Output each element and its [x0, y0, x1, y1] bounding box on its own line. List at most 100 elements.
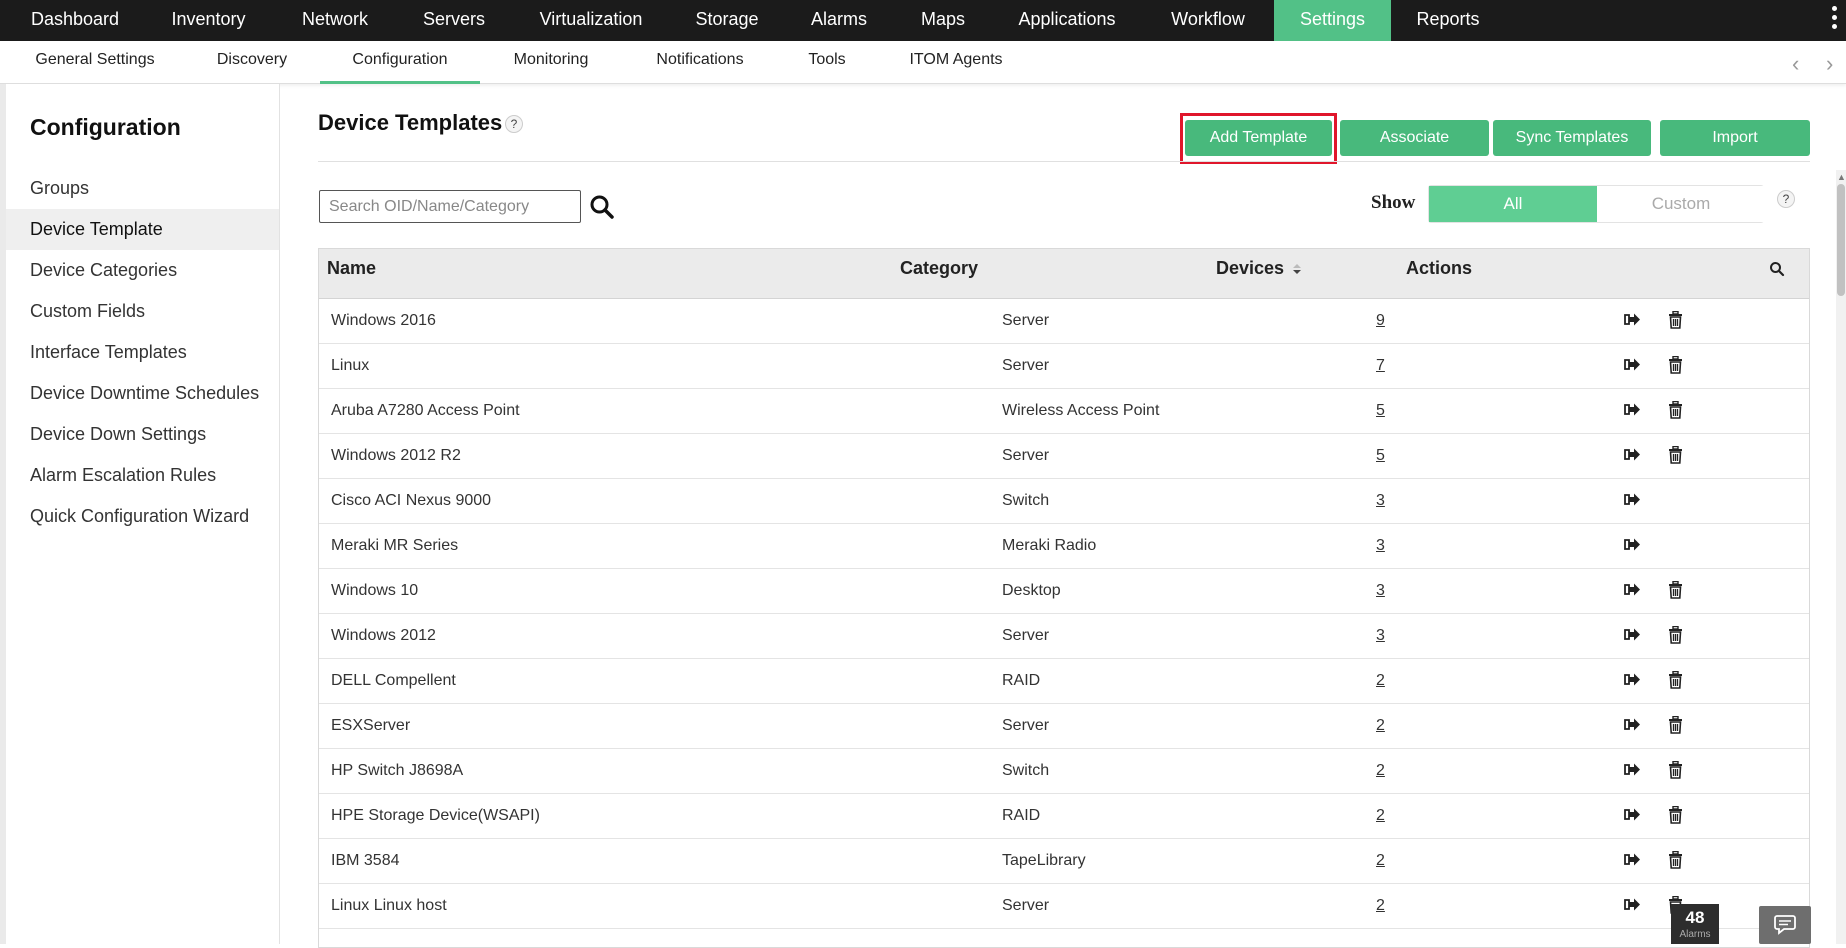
- delete-icon[interactable]: [1668, 445, 1683, 469]
- sidebar-item-device-down-settings[interactable]: Device Down Settings: [6, 414, 279, 455]
- associate-icon[interactable]: [1624, 492, 1641, 512]
- device-count-link[interactable]: 7: [1376, 344, 1385, 389]
- subnav-tools[interactable]: Tools: [800, 41, 854, 84]
- device-count-link[interactable]: 2: [1376, 659, 1385, 704]
- associate-icon[interactable]: [1624, 312, 1641, 332]
- sidebar-item-device-downtime-schedules[interactable]: Device Downtime Schedules: [6, 373, 279, 414]
- scrollbar-thumb[interactable]: [1837, 184, 1845, 296]
- nav-servers[interactable]: Servers: [404, 0, 504, 41]
- associate-button[interactable]: Associate: [1340, 120, 1489, 156]
- table-row[interactable]: Meraki MR Series Meraki Radio 3: [319, 524, 1809, 569]
- nav-alarms[interactable]: Alarms: [796, 0, 882, 41]
- subnav-configuration[interactable]: Configuration: [320, 41, 480, 84]
- nav-dashboard[interactable]: Dashboard: [14, 0, 136, 41]
- associate-icon[interactable]: [1624, 537, 1641, 557]
- table-row[interactable]: Windows 2016 Server 9: [319, 299, 1809, 344]
- delete-icon[interactable]: [1668, 670, 1683, 694]
- table-row[interactable]: Windows 2012 Server 3: [319, 614, 1809, 659]
- associate-icon[interactable]: [1624, 357, 1641, 377]
- device-count-link[interactable]: 2: [1376, 794, 1385, 839]
- delete-icon[interactable]: [1668, 625, 1683, 649]
- associate-icon[interactable]: [1624, 447, 1641, 467]
- table-row[interactable]: IBM 3584 TapeLibrary 2: [319, 839, 1809, 884]
- search-icon[interactable]: [589, 193, 615, 221]
- sort-icon[interactable]: [1292, 262, 1302, 276]
- table-row[interactable]: Windows 2012 R2 Server 5: [319, 434, 1809, 479]
- template-name[interactable]: Windows 2012: [331, 614, 436, 659]
- template-name[interactable]: Windows 10: [331, 569, 418, 614]
- associate-icon[interactable]: [1624, 627, 1641, 647]
- template-name[interactable]: Meraki MR Series: [331, 524, 458, 569]
- sidebar-item-device-categories[interactable]: Device Categories: [6, 250, 279, 291]
- column-devices-header[interactable]: Devices: [1216, 249, 1302, 299]
- delete-icon[interactable]: [1668, 355, 1683, 379]
- subnav-next-arrow-icon[interactable]: ›: [1826, 51, 1833, 77]
- table-row[interactable]: Windows 10 Desktop 3: [319, 569, 1809, 614]
- device-count-link[interactable]: 5: [1376, 389, 1385, 434]
- table-row[interactable]: ESXServer Server 2: [319, 704, 1809, 749]
- table-row[interactable]: Aruba A7280 Access Point Wireless Access …: [319, 389, 1809, 434]
- delete-icon[interactable]: [1668, 400, 1683, 424]
- nav-network[interactable]: Network: [285, 0, 385, 41]
- associate-icon[interactable]: [1624, 852, 1641, 872]
- device-count-link[interactable]: 2: [1376, 704, 1385, 749]
- more-menu-icon[interactable]: [1832, 6, 1838, 33]
- delete-icon[interactable]: [1668, 715, 1683, 739]
- associate-icon[interactable]: [1624, 672, 1641, 692]
- show-all-option[interactable]: All: [1429, 186, 1597, 222]
- delete-icon[interactable]: [1668, 805, 1683, 829]
- show-custom-option[interactable]: Custom: [1597, 186, 1765, 222]
- nav-settings[interactable]: Settings: [1274, 0, 1391, 41]
- sync-templates-button[interactable]: Sync Templates: [1493, 120, 1651, 156]
- import-button[interactable]: Import: [1660, 120, 1810, 156]
- table-row[interactable]: DELL Compellent RAID 2: [319, 659, 1809, 704]
- template-name[interactable]: Linux Linux host: [331, 884, 447, 929]
- device-count-link[interactable]: 5: [1376, 434, 1385, 479]
- subnav-prev-arrow-icon[interactable]: ‹: [1792, 51, 1799, 77]
- subnav-general-settings[interactable]: General Settings: [26, 41, 164, 84]
- subnav-itom-agents[interactable]: ITOM Agents: [900, 41, 1012, 84]
- sidebar-item-device-template[interactable]: Device Template: [6, 209, 279, 250]
- nav-applications[interactable]: Applications: [1004, 0, 1130, 41]
- column-devices[interactable]: Devices: [1216, 258, 1284, 278]
- search-input[interactable]: [319, 190, 581, 223]
- table-row[interactable]: HPE Storage Device(WSAPI) RAID 2: [319, 794, 1809, 839]
- template-name[interactable]: Cisco ACI Nexus 9000: [331, 479, 491, 524]
- nav-reports[interactable]: Reports: [1404, 0, 1492, 41]
- template-name[interactable]: HP Switch J8698A: [331, 749, 463, 794]
- device-count-link[interactable]: 9: [1376, 299, 1385, 344]
- device-count-link[interactable]: 3: [1376, 479, 1385, 524]
- table-row[interactable]: HP Switch J8698A Switch 2: [319, 749, 1809, 794]
- device-count-link[interactable]: 2: [1376, 839, 1385, 884]
- device-count-link[interactable]: 3: [1376, 524, 1385, 569]
- delete-icon[interactable]: [1668, 580, 1683, 604]
- template-name[interactable]: Aruba A7280 Access Point: [331, 389, 520, 434]
- scroll-up-arrow-icon[interactable]: ▲: [1837, 172, 1846, 182]
- device-count-link[interactable]: 2: [1376, 884, 1385, 929]
- table-row[interactable]: Cisco ACI Nexus 9000 Switch 3: [319, 479, 1809, 524]
- nav-virtualization[interactable]: Virtualization: [524, 0, 658, 41]
- sidebar-item-alarm-escalation-rules[interactable]: Alarm Escalation Rules: [6, 455, 279, 496]
- template-name[interactable]: DELL Compellent: [331, 659, 456, 704]
- subnav-notifications[interactable]: Notifications: [646, 41, 754, 84]
- template-name[interactable]: Windows 2016: [331, 299, 436, 344]
- show-help-icon[interactable]: ?: [1777, 190, 1795, 208]
- nav-inventory[interactable]: Inventory: [155, 0, 262, 41]
- page-scrollbar[interactable]: ▲: [1836, 170, 1846, 944]
- sidebar-item-interface-templates[interactable]: Interface Templates: [6, 332, 279, 373]
- delete-icon[interactable]: [1668, 760, 1683, 784]
- delete-icon[interactable]: [1668, 310, 1683, 334]
- sidebar-item-quick-configuration-wizard[interactable]: Quick Configuration Wizard: [6, 496, 279, 537]
- nav-workflow[interactable]: Workflow: [1150, 0, 1266, 41]
- chat-button[interactable]: [1759, 906, 1811, 944]
- template-name[interactable]: Linux: [331, 344, 369, 389]
- associate-icon[interactable]: [1624, 807, 1641, 827]
- associate-icon[interactable]: [1624, 402, 1641, 422]
- table-row[interactable]: Linux Server 7: [319, 344, 1809, 389]
- associate-icon[interactable]: [1624, 717, 1641, 737]
- table-row[interactable]: Linux Linux host Server 2: [319, 884, 1809, 929]
- template-name[interactable]: Windows 2012 R2: [331, 434, 461, 479]
- device-count-link[interactable]: 2: [1376, 749, 1385, 794]
- help-icon[interactable]: ?: [505, 115, 523, 133]
- delete-icon[interactable]: [1668, 850, 1683, 874]
